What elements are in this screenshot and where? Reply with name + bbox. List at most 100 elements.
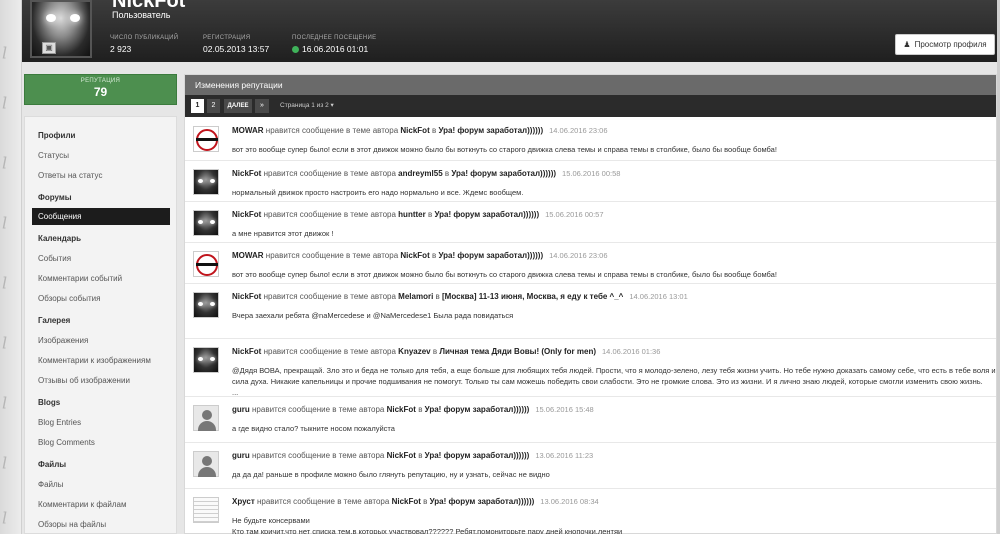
page-2-button[interactable]: 2 — [207, 99, 220, 113]
entry-user-link[interactable]: NickFot — [232, 169, 261, 178]
next-page-button[interactable]: ДАЛЕЕ — [224, 99, 252, 113]
sidebar-item-event-comments[interactable]: Комментарии событий — [38, 274, 122, 283]
user-avatar[interactable] — [193, 497, 219, 523]
pagination: 1 2 ДАЛЕЕ » Страница 1 из 2 ▾ — [185, 95, 996, 117]
entry-date: 14.06.2016 13:01 — [629, 292, 688, 301]
user-avatar[interactable] — [193, 126, 219, 152]
user-avatar[interactable] — [193, 451, 219, 477]
entry-date: 14.06.2016 23:06 — [549, 126, 608, 135]
entry-user-link[interactable]: NickFot — [232, 347, 261, 356]
entry-date: 13.06.2016 11:23 — [535, 451, 594, 460]
entry-author-link[interactable]: NickFot — [387, 451, 416, 460]
sidebar-item-events[interactable]: События — [38, 254, 71, 263]
view-profile-button[interactable]: ♟ Просмотр профиля — [895, 34, 995, 55]
entry-author-link[interactable]: huntter — [398, 210, 426, 219]
sidebar-item-files[interactable]: Файлы — [38, 480, 63, 489]
entry-user-link[interactable]: guru — [232, 451, 250, 460]
user-avatar[interactable] — [193, 251, 219, 277]
reputation-entry: NickFot нравится сообщение в теме автора… — [185, 284, 996, 339]
user-avatar[interactable] — [193, 405, 219, 431]
entry-action: нравится сообщение в теме автора — [263, 210, 396, 219]
entry-post-excerpt: Кто там кричит,что нет списка тем,в кото… — [232, 527, 623, 534]
entry-topic-link[interactable]: Ура! форум заработал)))))) — [438, 126, 543, 135]
user-avatar[interactable] — [193, 169, 219, 195]
left-decoration: ꞁꞁꞁꞁꞁꞁꞁꞁꞁ — [0, 0, 22, 534]
sidebar-item-image-reviews[interactable]: Отзывы об изображении — [38, 376, 130, 385]
sidebar-item-file-comments[interactable]: Комментарии к файлам — [38, 500, 126, 509]
user-avatar[interactable] — [193, 210, 219, 236]
change-photo-icon[interactable]: ▣ — [42, 42, 56, 54]
entry-topic-link[interactable]: Личная тема Дяди Вовы! (Only for men) — [439, 347, 596, 356]
entry-preposition: в — [431, 126, 437, 135]
profile-header: ▣ NickFot Пользователь Число публикаций … — [22, 0, 997, 62]
sidebar-section-blogs: Blogs — [38, 398, 61, 407]
last-page-button[interactable]: » — [255, 99, 269, 113]
entry-author-link[interactable]: NickFot — [400, 126, 429, 135]
entry-date: 14.06.2016 23:06 — [549, 251, 608, 260]
entry-topic-link[interactable]: Ура! форум заработал)))))) — [425, 405, 530, 414]
entry-topic-link[interactable]: Ура! форум заработал)))))) — [434, 210, 539, 219]
sidebar-section-gallery: Галерея — [38, 316, 71, 325]
sidebar-item-blog-comments[interactable]: Blog Comments — [38, 438, 95, 447]
entry-author-link[interactable]: andreyml55 — [398, 169, 442, 178]
sidebar-item-images[interactable]: Изображения — [38, 336, 88, 345]
entry-user-link[interactable]: guru — [232, 405, 250, 414]
entry-user-link[interactable]: Хруст — [232, 497, 255, 506]
entry-user-link[interactable]: NickFot — [232, 210, 261, 219]
entry-preposition: в — [435, 292, 440, 301]
entry-preposition: в — [418, 405, 423, 414]
entry-topic-link[interactable]: [Москва] 11-13 июня, Москва, я еду к теб… — [442, 292, 623, 301]
sidebar-item-file-reviews[interactable]: Обзоры на файлы — [38, 520, 106, 529]
entry-user-link[interactable]: MOWAR — [232, 126, 264, 135]
entry-action: нравится сообщение в теме автора — [263, 292, 396, 301]
entry-post-excerpt: вот это вообще супер было! если в этот д… — [232, 270, 777, 279]
entry-author-link[interactable]: Melamori — [398, 292, 433, 301]
entry-headline: guru нравится сообщение в теме автора Ni… — [232, 405, 594, 414]
profile-group: Пользователь — [112, 10, 171, 20]
entry-author-link[interactable]: NickFot — [400, 251, 429, 260]
sidebar-item-image-comments[interactable]: Комментарии к изображениям — [38, 356, 151, 365]
entry-author-link[interactable]: NickFot — [387, 405, 416, 414]
reputation-changes-panel: Изменения репутации 1 2 ДАЛЕЕ » Страница… — [184, 74, 997, 534]
entry-user-link[interactable]: NickFot — [232, 292, 261, 301]
entry-topic-link[interactable]: Ура! форум заработал)))))) — [430, 497, 535, 506]
reputation-entry: guru нравится сообщение в теме автора Ni… — [185, 397, 996, 443]
entry-preposition: в — [418, 451, 423, 460]
sidebar-item-event-reviews[interactable]: Обзоры события — [38, 294, 100, 303]
user-avatar[interactable] — [193, 292, 219, 318]
sidebar-section-profiles: Профили — [38, 131, 76, 140]
entry-headline: guru нравится сообщение в теме автора Ni… — [232, 451, 593, 460]
reputation-entry: NickFot нравится сообщение в теме автора… — [185, 161, 996, 202]
entry-headline: Хруст нравится сообщение в теме автора N… — [232, 497, 599, 506]
entry-preposition: в — [431, 251, 437, 260]
entry-author-link[interactable]: Knyazev — [398, 347, 430, 356]
stat-posts: Число публикаций 2 923 — [110, 35, 179, 54]
entry-date: 15.06.2016 00:58 — [562, 169, 621, 178]
page-jump-dropdown[interactable]: Страница 1 из 2 ▾ — [280, 99, 334, 113]
page-1-button[interactable]: 1 — [191, 99, 204, 113]
reputation-entry: NickFot нравится сообщение в теме автора… — [185, 339, 996, 397]
entry-topic-link[interactable]: Ура! форум заработал)))))) — [438, 251, 543, 260]
entry-topic-link[interactable]: Ура! форум заработал)))))) — [425, 451, 530, 460]
profile-avatar[interactable]: ▣ — [30, 0, 92, 58]
panel-title: Изменения репутации — [185, 75, 996, 95]
entry-topic-link[interactable]: Ура! форум заработал)))))) — [451, 169, 556, 178]
entry-action: нравится сообщение в теме автора — [265, 126, 399, 135]
entry-user-link[interactable]: MOWAR — [232, 251, 264, 260]
entry-post-excerpt: @Дядя ВОВА, прекращай. Зло это и беда не… — [232, 366, 996, 375]
sidebar-item-statuses[interactable]: Статусы — [38, 151, 69, 160]
entry-author-link[interactable]: NickFot — [392, 497, 421, 506]
reputation-entry: MOWAR нравится сообщение в теме автора N… — [185, 118, 996, 161]
user-avatar[interactable] — [193, 347, 219, 373]
entry-headline: NickFot нравится сообщение в теме автора… — [232, 169, 620, 178]
sidebar-item-blog-entries[interactable]: Blog Entries — [38, 418, 81, 427]
entry-post-excerpt: а мне нравится этот движок ! — [232, 229, 334, 238]
entry-action: нравится сообщение в теме автора — [263, 347, 396, 356]
entry-post-excerpt: а где видно стало? тыкните носом пожалуй… — [232, 424, 395, 433]
sidebar-item-posts[interactable]: Сообщения — [32, 208, 170, 225]
entry-headline: NickFot нравится сообщение в теме автора… — [232, 292, 688, 301]
stat-registered: Регистрация 02.05.2013 13:57 — [203, 35, 270, 54]
entry-action: нравится сообщение в теме автора — [256, 497, 390, 506]
sidebar-item-status-replies[interactable]: Ответы на статус — [38, 171, 102, 180]
entry-date: 15.06.2016 00:57 — [545, 210, 604, 219]
